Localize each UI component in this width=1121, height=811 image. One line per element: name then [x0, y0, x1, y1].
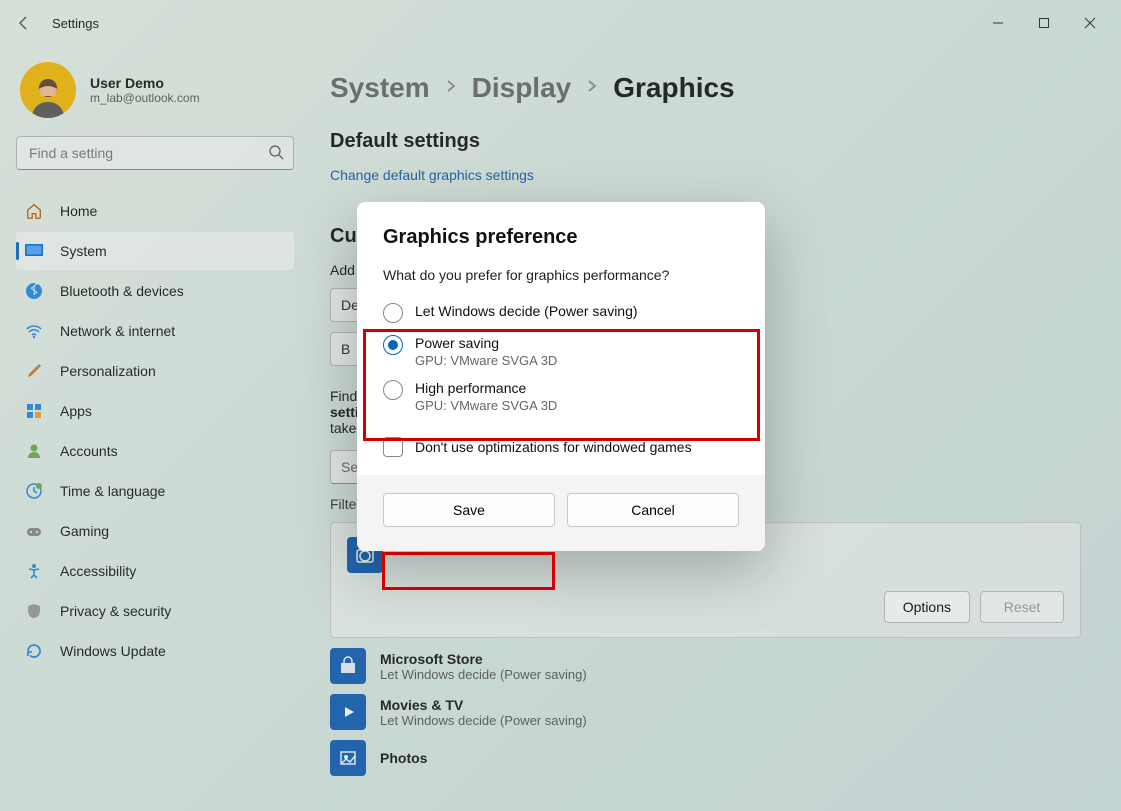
- app-preference: Let Windows decide (Power saving): [380, 667, 587, 682]
- options-button[interactable]: Options: [884, 591, 970, 623]
- radio-icon: [383, 335, 403, 355]
- sidebar-item-network[interactable]: Network & internet: [16, 312, 294, 350]
- shield-icon: [24, 601, 44, 621]
- sidebar-item-accounts[interactable]: Accounts: [16, 432, 294, 470]
- sidebar-item-time[interactable]: Time & language: [16, 472, 294, 510]
- checkbox-windowed-optimizations[interactable]: Don't use optimizations for windowed gam…: [383, 437, 739, 457]
- breadcrumb: System Display Graphics: [330, 72, 1081, 104]
- radio-sublabel: GPU: VMware SVGA 3D: [415, 398, 557, 413]
- chevron-right-icon: [585, 79, 599, 98]
- radio-icon: [383, 303, 403, 323]
- search-icon: [268, 144, 284, 165]
- app-title: Photos: [380, 750, 427, 766]
- radio-label: High performance: [415, 380, 557, 396]
- dialog-question: What do you prefer for graphics performa…: [383, 267, 739, 283]
- brush-icon: [24, 361, 44, 381]
- checkbox-label: Don't use optimizations for windowed gam…: [415, 439, 692, 455]
- radio-let-windows-decide[interactable]: Let Windows decide (Power saving): [383, 297, 739, 329]
- app-row-store[interactable]: Microsoft Store Let Windows decide (Powe…: [330, 648, 1081, 684]
- radio-high-performance[interactable]: High performance GPU: VMware SVGA 3D: [383, 374, 739, 419]
- sidebar-item-personalization[interactable]: Personalization: [16, 352, 294, 390]
- app-title: Microsoft Store: [380, 651, 587, 667]
- breadcrumb-current: Graphics: [613, 72, 734, 104]
- sidebar-item-accessibility[interactable]: Accessibility: [16, 552, 294, 590]
- sidebar-item-privacy[interactable]: Privacy & security: [16, 592, 294, 630]
- radio-label: Power saving: [415, 335, 557, 351]
- wifi-icon: [24, 321, 44, 341]
- section-default-heading: Default settings: [330, 130, 1081, 153]
- sidebar-item-bluetooth[interactable]: Bluetooth & devices: [16, 272, 294, 310]
- user-profile[interactable]: User Demo m_lab@outlook.com: [16, 54, 294, 136]
- radio-sublabel: GPU: VMware SVGA 3D: [415, 353, 557, 368]
- sidebar-item-label: Gaming: [60, 523, 109, 539]
- app-row-photos[interactable]: Photos: [330, 740, 1081, 776]
- store-icon: [330, 648, 366, 684]
- app-preference: Let Windows decide (Power saving): [380, 713, 587, 728]
- reset-button[interactable]: Reset: [980, 591, 1064, 623]
- sidebar-item-home[interactable]: Home: [16, 192, 294, 230]
- sidebar-item-label: Accessibility: [60, 563, 136, 579]
- change-default-link[interactable]: Change default graphics settings: [330, 167, 534, 183]
- sidebar: User Demo m_lab@outlook.com Home System …: [0, 46, 310, 811]
- back-button[interactable]: [8, 7, 40, 39]
- home-icon: [24, 201, 44, 221]
- apps-icon: [24, 401, 44, 421]
- app-row-movies[interactable]: Movies & TV Let Windows decide (Power sa…: [330, 694, 1081, 730]
- radio-power-saving[interactable]: Power saving GPU: VMware SVGA 3D: [383, 329, 739, 374]
- sidebar-item-label: Accounts: [60, 443, 118, 459]
- user-name: User Demo: [90, 75, 200, 91]
- breadcrumb-display[interactable]: Display: [472, 72, 572, 104]
- search-container: [16, 136, 294, 170]
- accounts-icon: [24, 441, 44, 461]
- app-title: Movies & TV: [380, 697, 587, 713]
- sidebar-item-label: Windows Update: [60, 643, 166, 659]
- movies-icon: [330, 694, 366, 730]
- sidebar-item-gaming[interactable]: Gaming: [16, 512, 294, 550]
- close-button[interactable]: [1067, 7, 1113, 39]
- sidebar-item-label: Home: [60, 203, 97, 219]
- chevron-right-icon: [444, 79, 458, 98]
- gaming-icon: [24, 521, 44, 541]
- sidebar-item-label: Privacy & security: [60, 603, 171, 619]
- titlebar: Settings: [0, 0, 1121, 46]
- sidebar-item-label: Network & internet: [60, 323, 175, 339]
- clock-icon: [24, 481, 44, 501]
- cancel-button[interactable]: Cancel: [567, 493, 739, 527]
- sidebar-item-label: Bluetooth & devices: [60, 283, 184, 299]
- photos-icon: [330, 740, 366, 776]
- graphics-preference-dialog: Graphics preference What do you prefer f…: [357, 202, 765, 551]
- breadcrumb-system[interactable]: System: [330, 72, 430, 104]
- sidebar-item-label: Time & language: [60, 483, 165, 499]
- radio-icon: [383, 380, 403, 400]
- avatar: [20, 62, 76, 118]
- sidebar-item-system[interactable]: System: [16, 232, 294, 270]
- radio-label: Let Windows decide (Power saving): [415, 303, 638, 319]
- window-title: Settings: [52, 16, 99, 31]
- update-icon: [24, 641, 44, 661]
- search-input[interactable]: [16, 136, 294, 170]
- system-icon: [24, 241, 44, 261]
- save-button[interactable]: Save: [383, 493, 555, 527]
- dialog-title: Graphics preference: [383, 226, 739, 249]
- sidebar-item-label: Personalization: [60, 363, 156, 379]
- sidebar-item-update[interactable]: Windows Update: [16, 632, 294, 670]
- sidebar-item-apps[interactable]: Apps: [16, 392, 294, 430]
- accessibility-icon: [24, 561, 44, 581]
- user-email: m_lab@outlook.com: [90, 91, 200, 105]
- sidebar-item-label: System: [60, 243, 107, 259]
- bluetooth-icon: [24, 281, 44, 301]
- minimize-button[interactable]: [975, 7, 1021, 39]
- sidebar-item-label: Apps: [60, 403, 92, 419]
- maximize-button[interactable]: [1021, 7, 1067, 39]
- checkbox-icon: [383, 437, 403, 457]
